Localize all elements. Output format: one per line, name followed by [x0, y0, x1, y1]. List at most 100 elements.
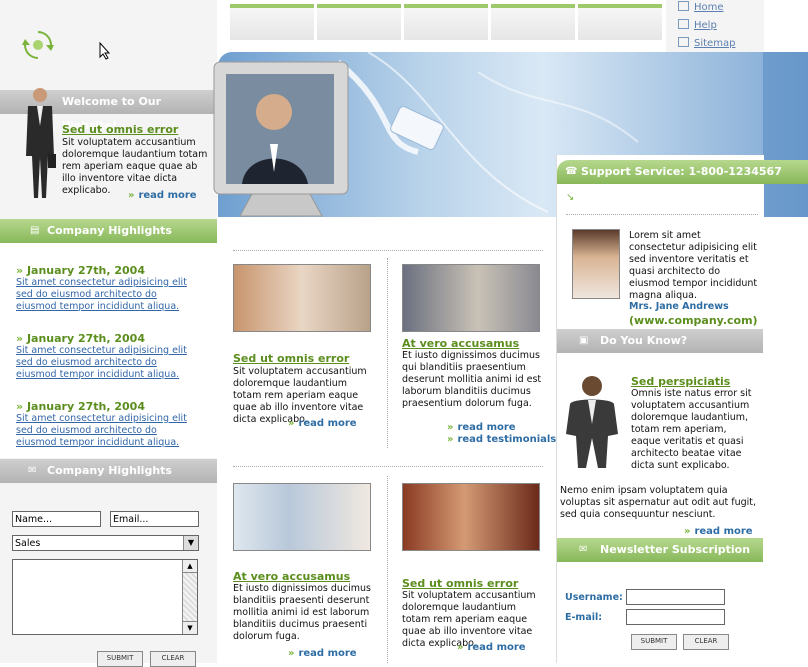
know-text-2: Nemo enim ipsam voluptatem quia voluptas…	[560, 485, 757, 520]
double-arrow-icon: »	[288, 418, 295, 429]
nav-tab[interactable]	[578, 4, 662, 40]
double-arrow-icon: »	[447, 422, 454, 433]
article-text: Et iusto dignissimos ducimus blanditiis …	[233, 583, 371, 642]
know-bar: ▣ Do You Know?	[557, 329, 763, 353]
read-more-label: read more	[457, 422, 516, 433]
article-heading[interactable]: At vero accusamus	[402, 337, 519, 350]
contact-submit-button[interactable]: SUBMIT	[97, 651, 143, 667]
article-heading[interactable]: Sed ut omnis error	[402, 577, 518, 590]
double-arrow-icon: »	[288, 648, 295, 659]
double-arrow-icon: »	[684, 526, 691, 537]
computer-monitor-image	[212, 60, 350, 220]
read-more-label: read more	[467, 642, 526, 653]
home-label: Home	[694, 2, 724, 13]
nav-tab[interactable]	[491, 4, 575, 40]
email-input[interactable]: Email...	[110, 511, 199, 527]
highlight-date: January 27th, 2004	[26, 332, 145, 345]
read-testimonials-link[interactable]: » read testimonials	[447, 434, 556, 445]
chevron-down-icon[interactable]: ▼	[183, 536, 198, 550]
home-link[interactable]: Home	[678, 1, 724, 13]
support-text: Lorem sit amet consectetur adipisicing e…	[629, 230, 758, 301]
know-title: Do You Know?	[600, 334, 688, 347]
divider	[387, 258, 388, 448]
read-testimonials-label: read testimonials	[457, 434, 557, 445]
highlight-date: January 27th, 2004	[26, 264, 145, 277]
newsletter-bar: ✉ Newsletter Subscription	[557, 538, 763, 562]
read-more-label: read more	[694, 526, 753, 537]
highlight-link[interactable]: Sit amet consectetur adipisicing elit se…	[16, 345, 194, 381]
divider	[233, 466, 543, 467]
support-website[interactable]: (www.company.com)	[629, 314, 758, 327]
username-input[interactable]	[626, 589, 725, 605]
divider	[233, 250, 543, 251]
welcome-heading[interactable]: Sed ut omnis error	[62, 123, 178, 136]
scrollbar[interactable]: ▲ ▼	[182, 560, 197, 634]
logo[interactable]	[22, 30, 54, 60]
info-icon: ▣	[579, 335, 589, 346]
double-arrow-icon: »	[447, 434, 454, 445]
scroll-down-icon[interactable]: ▼	[183, 621, 197, 634]
mouse-cursor-icon	[99, 41, 111, 63]
article-read-more[interactable]: » read more	[288, 648, 357, 659]
scroll-up-icon[interactable]: ▲	[183, 560, 197, 573]
welcome-read-more[interactable]: » read more	[128, 190, 197, 201]
article-read-more[interactable]: » read more	[457, 642, 526, 653]
username-label: Username:	[565, 592, 623, 603]
smiling-man-image	[562, 374, 622, 474]
know-heading[interactable]: Sed perspiciatis	[631, 375, 730, 388]
message-textarea[interactable]: ▲ ▼	[12, 559, 198, 635]
arrow-icon: ↘	[566, 192, 575, 203]
highlights-bar: ▤ Company Highlights	[0, 219, 217, 243]
recycle-logo-icon	[22, 31, 54, 59]
article-image[interactable]	[233, 264, 371, 332]
know-text: Omnis iste natus error sit voluptatem ac…	[631, 388, 752, 471]
article-read-more[interactable]: » read more	[447, 422, 516, 433]
home-icon	[678, 1, 689, 11]
article-heading[interactable]: Sed ut omnis error	[233, 352, 349, 365]
article-read-more[interactable]: » read more	[288, 418, 357, 429]
sitemap-icon	[678, 37, 689, 47]
document-icon: ▤	[30, 225, 40, 236]
highlight-link[interactable]: Sit amet consectetur adipisicing elit se…	[16, 277, 194, 313]
newsletter-email-input[interactable]	[626, 609, 725, 625]
read-more-label: read more	[298, 648, 357, 659]
article-image[interactable]	[402, 483, 540, 551]
article-text: Et iusto dignissimos ducimus qui blandit…	[402, 350, 542, 409]
contact-title: Company Highlights	[47, 464, 172, 477]
envelope-icon: ✉	[28, 465, 37, 476]
divider	[566, 214, 758, 215]
help-icon	[678, 19, 689, 29]
highlight-date: January 27th, 2004	[26, 400, 145, 413]
contact-clear-button[interactable]: CLEAR	[150, 651, 196, 667]
newsletter-clear-button[interactable]: CLEAR	[683, 634, 729, 650]
highlight-link[interactable]: Sit amet consectetur adipisicing elit se…	[16, 413, 194, 449]
article-image[interactable]	[402, 264, 540, 332]
article-text: Sit voluptatem accusantium doloremque la…	[402, 590, 536, 649]
sitemap-label: Sitemap	[694, 38, 736, 49]
newsletter-submit-button[interactable]: SUBMIT	[631, 634, 677, 650]
read-more-label: read more	[138, 190, 197, 201]
highlight-item: » January 27th, 2004 Sit amet consectetu…	[16, 332, 194, 381]
support-bar: ☎ Support Service: 1-800-1234567	[557, 160, 808, 184]
know-read-more[interactable]: » read more	[684, 526, 753, 537]
article-image[interactable]	[233, 483, 371, 551]
phone-icon: ☎	[565, 166, 578, 177]
name-input[interactable]: Name...	[12, 511, 101, 527]
highlight-item: » January 27th, 2004 Sit amet consectetu…	[16, 264, 194, 313]
envelope-icon: ✉	[579, 544, 588, 555]
contact-bar: ✉ Company Highlights	[0, 459, 217, 483]
welcome-text: Sit voluptatem accusantium doloremque la…	[62, 137, 208, 196]
nav-tab[interactable]	[404, 4, 488, 40]
help-link[interactable]: Help	[678, 19, 717, 31]
double-arrow-icon: »	[128, 190, 135, 201]
highlight-item: » January 27th, 2004 Sit amet consectetu…	[16, 400, 194, 449]
support-photo	[572, 229, 620, 299]
sitemap-link[interactable]: Sitemap	[678, 37, 735, 49]
email-label: E-mail:	[565, 612, 603, 623]
select-value: Sales	[15, 538, 41, 549]
read-more-label: read more	[298, 418, 357, 429]
nav-tab[interactable]	[230, 4, 314, 40]
nav-tab[interactable]	[317, 4, 401, 40]
article-heading[interactable]: At vero accusamus	[233, 570, 350, 583]
department-select[interactable]: Sales ▼	[12, 535, 199, 551]
